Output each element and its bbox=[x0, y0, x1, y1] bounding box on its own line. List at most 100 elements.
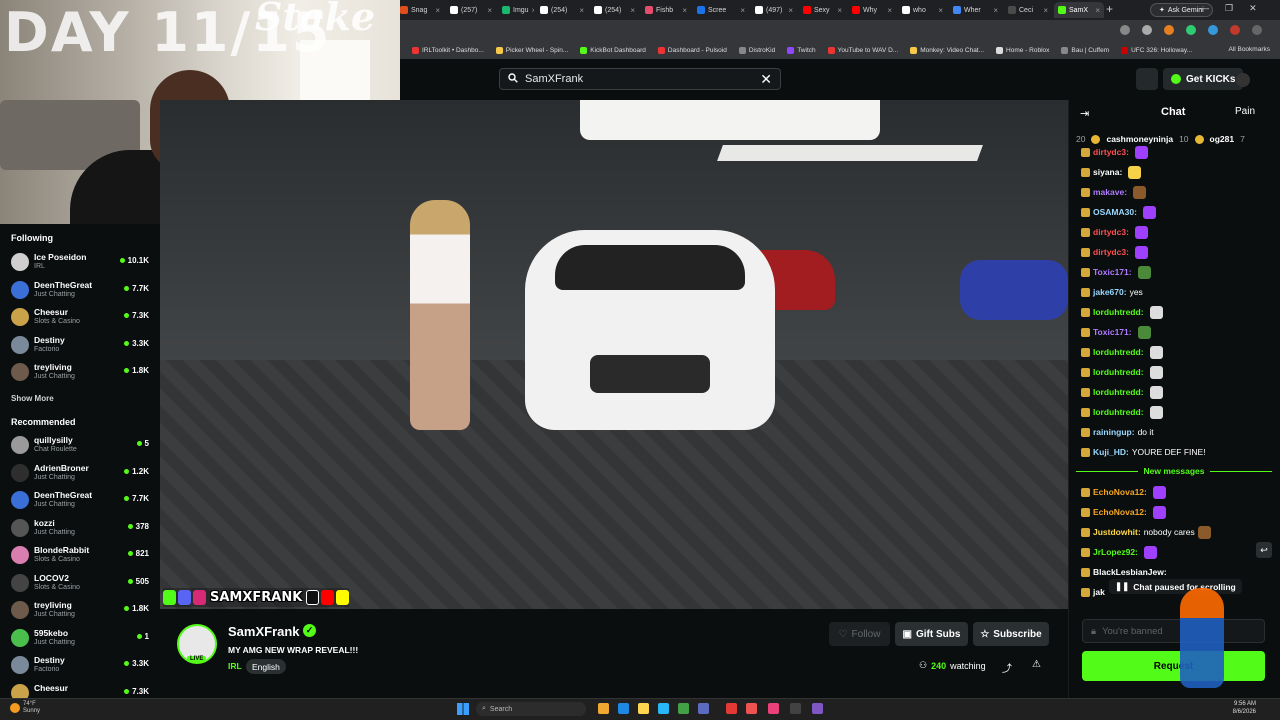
chat-message[interactable]: EchoNova12: bbox=[1081, 483, 1271, 501]
minimize-button[interactable]: — bbox=[1200, 3, 1209, 14]
chat-username[interactable]: JrLopez92: bbox=[1093, 547, 1138, 557]
system-clock[interactable]: 9:56 AM 8/6/2026 bbox=[1233, 701, 1256, 717]
close-tab-icon[interactable]: × bbox=[630, 6, 635, 15]
chat-username[interactable]: EchoNova12: bbox=[1093, 487, 1147, 497]
browser-tab[interactable]: (254) × bbox=[590, 2, 639, 18]
chat-username[interactable]: siyana: bbox=[1093, 167, 1122, 177]
sidebar-channel-item[interactable]: DeenTheGreat Just Chatting 7.7K bbox=[11, 488, 151, 514]
chat-username[interactable]: BlackLesbianJew: bbox=[1093, 567, 1167, 577]
chat-message[interactable]: dirtydc3: bbox=[1081, 243, 1271, 261]
edge-icon[interactable] bbox=[618, 703, 629, 714]
chat-message[interactable]: Kuji_HD: YOURE DEF FINE! bbox=[1081, 443, 1271, 461]
bookmark-item[interactable]: IRLToolkit • Dashbo... bbox=[412, 47, 484, 54]
bookmark-item[interactable]: KickBot Dashboard bbox=[580, 47, 646, 54]
sidebar-channel-item[interactable]: kozzi Just Chatting 378 bbox=[11, 516, 151, 542]
chat-username[interactable]: Kuji_HD: bbox=[1093, 447, 1129, 457]
close-tab-icon[interactable]: × bbox=[532, 6, 534, 15]
close-tab-icon[interactable]: × bbox=[682, 6, 687, 15]
video-player[interactable] bbox=[160, 100, 1068, 609]
browser-tab[interactable]: Ceci × bbox=[1004, 2, 1052, 18]
chat-username[interactable]: dirtydc3: bbox=[1093, 147, 1129, 157]
browser-tab[interactable]: Scree × bbox=[693, 2, 749, 18]
chat-message[interactable]: rainingup: do it bbox=[1081, 423, 1271, 441]
media-player-icon[interactable] bbox=[790, 703, 801, 714]
close-tab-icon[interactable]: × bbox=[887, 6, 892, 15]
browser-tab[interactable]: Sexy × bbox=[799, 2, 846, 18]
bookmark-item[interactable]: YouTube to WAV D... bbox=[827, 47, 898, 54]
share-icon[interactable]: ⤴ bbox=[1002, 660, 1012, 675]
user-avatar[interactable] bbox=[1236, 73, 1250, 87]
chat-message[interactable]: makave: bbox=[1081, 183, 1271, 201]
close-tab-icon[interactable]: × bbox=[1043, 6, 1048, 15]
language-tag[interactable]: English bbox=[246, 659, 286, 674]
chat-message[interactable]: JrLopez92: bbox=[1081, 543, 1271, 561]
sidebar-channel-item[interactable]: DeenTheGreat Just Chatting 7.7K bbox=[11, 278, 151, 304]
sidebar-channel-item[interactable]: treyliving Just Chatting 1.8K bbox=[11, 598, 151, 624]
taskbar-search[interactable]: ⌕ Search bbox=[476, 702, 586, 716]
collapse-chat-icon[interactable]: ⇥ bbox=[1080, 107, 1089, 120]
clear-search-icon[interactable]: ✕ bbox=[760, 71, 772, 88]
kick-controller-icon[interactable] bbox=[1136, 68, 1158, 90]
chat-username[interactable]: jak bbox=[1093, 587, 1105, 597]
chat-header-extra[interactable]: Pain bbox=[1235, 106, 1255, 117]
chat-username[interactable]: jake670: bbox=[1093, 287, 1127, 297]
chat-message[interactable]: Toxic171: bbox=[1081, 263, 1271, 281]
close-tab-icon[interactable]: × bbox=[993, 6, 998, 15]
sidebar-channel-item[interactable]: LOCOV2 Slots & Casino 505 bbox=[11, 571, 151, 597]
close-tab-icon[interactable]: × bbox=[788, 6, 793, 15]
explorer-icon[interactable] bbox=[598, 703, 609, 714]
bookmark-item[interactable]: Dashboard - Pulsoid bbox=[657, 47, 727, 54]
close-window-button[interactable]: ✕ bbox=[1249, 3, 1257, 14]
sidebar-channel-item[interactable]: Ice Poseidon IRL 10.1K bbox=[11, 250, 151, 276]
bookmark-item[interactable]: Bau | Cuffem bbox=[1061, 47, 1109, 54]
category-link[interactable]: IRL bbox=[228, 661, 242, 671]
browser-tab[interactable]: Imgu × bbox=[498, 2, 534, 18]
close-tab-icon[interactable]: × bbox=[740, 6, 745, 15]
chat-paused-banner[interactable]: ❚❚ Chat paused for scrolling bbox=[1109, 579, 1242, 594]
browser-tab[interactable]: Wher × bbox=[949, 2, 1002, 18]
close-tab-icon[interactable]: × bbox=[837, 6, 842, 15]
chat-message[interactable]: OSAMA30: bbox=[1081, 203, 1271, 221]
close-tab-icon[interactable]: × bbox=[1095, 6, 1100, 15]
extension-icon[interactable] bbox=[1164, 25, 1174, 35]
search-input[interactable]: SamXFrank ✕ bbox=[499, 68, 781, 90]
folder-icon[interactable] bbox=[638, 703, 649, 714]
report-icon[interactable]: ⚠ bbox=[1032, 659, 1041, 670]
profile-icon[interactable] bbox=[1230, 25, 1240, 35]
chrome-icon[interactable] bbox=[726, 703, 737, 714]
all-bookmarks-link[interactable]: All Bookmarks bbox=[1228, 46, 1270, 53]
chat-message[interactable]: lorduhtredd: bbox=[1081, 343, 1271, 361]
chat-username[interactable]: dirtydc3: bbox=[1093, 227, 1129, 237]
sidebar-channel-item[interactable]: BlondeRabbit Slots & Casino 821 bbox=[11, 543, 151, 569]
app-icon[interactable] bbox=[698, 703, 709, 714]
gift-subs-button[interactable]: ▣ Gift Subs bbox=[895, 622, 968, 646]
browser-tab[interactable]: SamX × bbox=[1054, 2, 1104, 18]
app-icon[interactable] bbox=[812, 703, 823, 714]
store-icon[interactable] bbox=[658, 703, 669, 714]
bookmark-item[interactable]: DistroKid bbox=[738, 47, 775, 54]
chat-message[interactable]: lorduhtredd: bbox=[1081, 303, 1271, 321]
close-tab-icon[interactable]: × bbox=[938, 6, 943, 15]
sidebar-channel-item[interactable]: Cheesur Slots & Casino 7.3K bbox=[11, 305, 151, 331]
chat-message[interactable]: Toxic171: bbox=[1081, 323, 1271, 341]
chat-input[interactable]: 🔒︎ You're banned bbox=[1082, 619, 1265, 643]
chat-message[interactable]: lorduhtredd: bbox=[1081, 403, 1271, 421]
chat-username[interactable]: dirtydc3: bbox=[1093, 247, 1129, 257]
chat-username[interactable]: Toxic171: bbox=[1093, 267, 1132, 277]
chat-message[interactable]: Justdowhit: nobody cares bbox=[1081, 523, 1271, 541]
sidebar-channel-item[interactable]: Destiny Factorio 3.3K bbox=[11, 333, 151, 359]
request-button[interactable]: Request bbox=[1082, 651, 1265, 681]
channel-name[interactable]: SamXFrank bbox=[228, 624, 300, 639]
windows-start-icon[interactable] bbox=[457, 703, 469, 715]
app-icon[interactable] bbox=[678, 703, 689, 714]
chat-message[interactable]: dirtydc3: bbox=[1081, 143, 1271, 161]
reply-icon[interactable]: ↩ bbox=[1256, 542, 1272, 558]
browser-tab[interactable]: Fishb × bbox=[641, 2, 691, 18]
close-tab-icon[interactable]: × bbox=[435, 6, 440, 15]
new-tab-button[interactable]: + bbox=[1106, 2, 1113, 16]
bookmark-item[interactable]: UFC 326: Holloway... bbox=[1121, 47, 1192, 54]
close-tab-icon[interactable]: × bbox=[487, 6, 492, 15]
chat-username[interactable]: lorduhtredd: bbox=[1093, 307, 1144, 317]
sidebar-channel-item[interactable]: 595kebo Just Chatting 1 bbox=[11, 626, 151, 652]
browser-tab[interactable]: (254) × bbox=[536, 2, 588, 18]
